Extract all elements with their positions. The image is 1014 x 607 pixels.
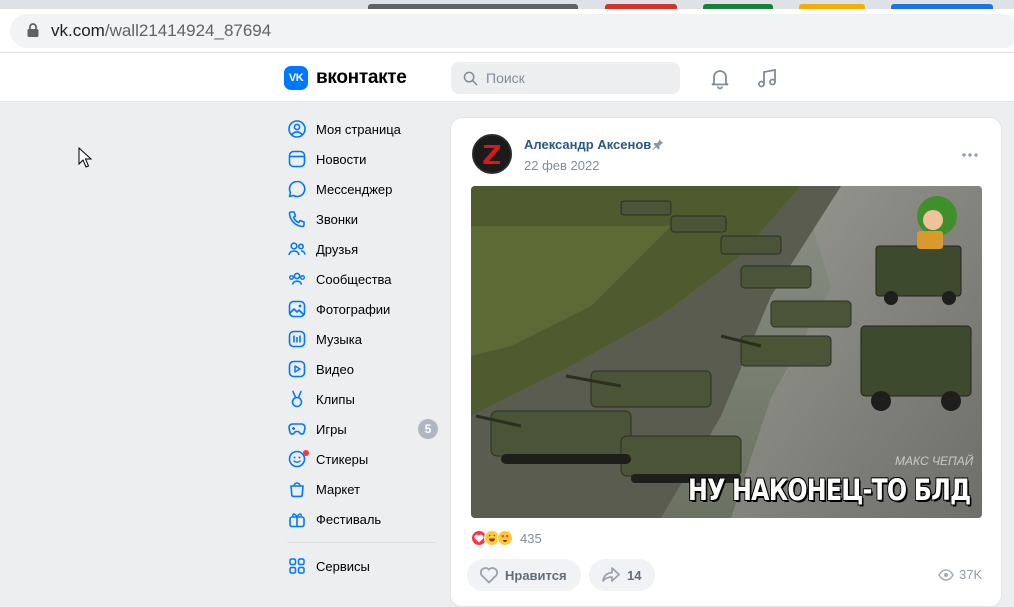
- mouse-cursor-icon: [78, 147, 92, 168]
- menu-item-friends[interactable]: Друзья: [284, 234, 444, 264]
- search-icon: [463, 71, 478, 86]
- lock-icon[interactable]: [26, 22, 40, 38]
- messenger-icon: [288, 180, 306, 198]
- menu-item-label: Новости: [316, 151, 367, 167]
- music-note-icon[interactable]: [755, 66, 779, 90]
- menu-item-clips[interactable]: Клипы: [284, 384, 444, 414]
- menu-item-communities[interactable]: Сообщества: [284, 264, 444, 294]
- menu-item-label: Музыка: [316, 331, 362, 347]
- menu-item-label: Стикеры: [316, 451, 369, 467]
- menu-item-messenger[interactable]: Мессенджер: [284, 174, 444, 204]
- author-avatar[interactable]: [472, 134, 512, 174]
- search-input[interactable]: Поиск: [451, 62, 680, 94]
- menu-item-label: Мессенджер: [316, 181, 393, 197]
- url-text[interactable]: vk.com/wall21414924_87694: [51, 21, 271, 41]
- menu-item-market[interactable]: Маркет: [284, 474, 444, 504]
- reactions-count: 435: [520, 530, 542, 546]
- menu-item-label: Клипы: [316, 391, 355, 407]
- share-icon: [602, 567, 620, 582]
- url-host: vk.com: [51, 21, 105, 40]
- menu-item-label: Сервисы: [316, 558, 370, 574]
- heart-icon: [480, 567, 498, 584]
- menu-item-photos[interactable]: Фотографии: [284, 294, 444, 324]
- like-button[interactable]: Нравится: [467, 559, 581, 591]
- wall-post: Александр Аксенов 22 фев 2022 МАКС ЧЕПАЙ…: [450, 117, 1002, 607]
- vk-header: VK вконтакте Поиск: [0, 53, 1014, 102]
- image-watermark: МАКС ЧЕПАЙ: [895, 454, 974, 468]
- more-options-icon[interactable]: [961, 152, 979, 158]
- menu-item-my-page[interactable]: Моя страница: [284, 114, 444, 144]
- pin-icon: [652, 138, 664, 151]
- services-icon: [289, 558, 305, 574]
- festival-icon: [289, 513, 305, 528]
- browser-tab-strip: [0, 0, 1014, 9]
- z-logo-icon: [474, 136, 510, 172]
- views-count: 37K: [959, 567, 983, 582]
- menu-item-label: Звонки: [316, 211, 358, 227]
- games-icon: [288, 423, 306, 435]
- eye-icon: [938, 568, 954, 581]
- vk-logo-icon: VK: [284, 66, 308, 90]
- video-icon: [288, 360, 306, 378]
- news-icon: [288, 150, 306, 168]
- bell-icon[interactable]: [708, 66, 732, 90]
- views-counter: 37K: [938, 567, 982, 582]
- reactions-summary[interactable]: 435: [471, 530, 542, 546]
- post-image[interactable]: МАКС ЧЕПАЙ НУ НАКОНЕЦ-ТО БЛД: [471, 186, 982, 518]
- profile-icon: [288, 120, 306, 138]
- menu-item-label: Фотографии: [316, 301, 391, 317]
- music-icon: [288, 330, 306, 348]
- url-path: /wall21414924_87694: [104, 21, 272, 40]
- browser-address-bar: vk.com/wall21414924_87694: [0, 9, 1014, 53]
- love-eyes-reaction-icon: [497, 530, 513, 546]
- menu-item-video[interactable]: Видео: [284, 354, 444, 384]
- menu-item-music[interactable]: Музыка: [284, 324, 444, 354]
- market-icon: [290, 482, 304, 498]
- menu-item-label: Видео: [316, 361, 354, 377]
- menu-divider: [287, 542, 436, 543]
- menu-item-label: Моя страница: [316, 121, 401, 137]
- clips-icon: [291, 390, 303, 408]
- menu-item-label: Сообщества: [316, 271, 392, 287]
- share-count: 14: [627, 567, 642, 583]
- menu-item-festival[interactable]: Фестиваль: [284, 504, 444, 534]
- menu-item-games[interactable]: Игры 5: [284, 414, 444, 444]
- menu-item-stickers[interactable]: Стикеры: [284, 444, 444, 474]
- search-placeholder: Поиск: [486, 70, 525, 86]
- games-badge: 5: [418, 419, 438, 439]
- author-name-link[interactable]: Александр Аксенов: [524, 137, 651, 152]
- left-menu: Моя страница Новости Мессенджер Звонки Д…: [284, 114, 444, 581]
- menu-item-news[interactable]: Новости: [284, 144, 444, 174]
- menu-item-label: Фестиваль: [316, 511, 382, 527]
- menu-item-calls[interactable]: Звонки: [284, 204, 444, 234]
- photos-icon: [288, 300, 306, 318]
- vk-brand-name: вконтакте: [316, 67, 407, 88]
- communities-icon: [289, 272, 305, 285]
- vk-logo[interactable]: VK вконтакте: [284, 66, 407, 90]
- menu-item-label: Друзья: [316, 241, 359, 257]
- image-caption: НУ НАКОНЕЦ-ТО БЛД: [688, 473, 971, 507]
- like-label: Нравится: [505, 567, 567, 583]
- notification-dot: [303, 450, 309, 456]
- tank-convoy-photo: [471, 186, 982, 518]
- post-date-link[interactable]: 22 фев 2022: [524, 158, 599, 173]
- menu-item-label: Игры: [316, 421, 347, 437]
- share-button[interactable]: 14: [589, 559, 656, 591]
- friends-icon: [288, 242, 306, 256]
- menu-item-services[interactable]: Сервисы: [284, 551, 444, 581]
- menu-item-label: Маркет: [316, 481, 361, 497]
- phone-icon: [288, 211, 305, 228]
